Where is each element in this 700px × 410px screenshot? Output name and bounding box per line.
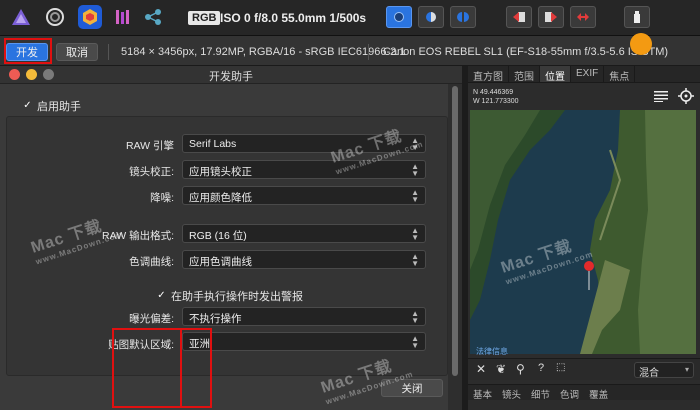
divider (108, 44, 109, 60)
tab-lens[interactable]: 镜头 (497, 385, 526, 401)
updown-chevron-icon: ▲ ▼ (411, 252, 419, 268)
develop-persona-icon (79, 6, 101, 28)
map-region-highlight-box (112, 328, 182, 408)
view-mirror-button[interactable] (450, 6, 476, 28)
context-toolbar: 开发 取消 5184 × 3456px, 17.92MP, RGBA/16 - … (0, 36, 700, 66)
tone-curve-select[interactable]: 应用色调曲线 ▲ ▼ (182, 250, 426, 269)
check-icon: ✓ (23, 99, 32, 111)
rotate-left-button[interactable] (506, 6, 532, 28)
noise-reduction-value: 应用颜色降低 (189, 192, 252, 204)
flip-button[interactable] (570, 6, 596, 28)
tab-tone[interactable]: 色调 (555, 385, 584, 401)
map-region-select[interactable]: 亚洲 ▲ ▼ (182, 332, 426, 351)
selection-icon[interactable]: ⬚ (556, 362, 565, 373)
latitude: N 49.446369 (473, 89, 514, 96)
tab-histogram[interactable]: 直方图 (468, 66, 509, 83)
tab-exif[interactable]: EXIF (571, 66, 605, 82)
lens-correction-label: 镜头校正: (129, 166, 174, 178)
list-icon[interactable] (654, 90, 668, 102)
updown-chevron-icon: ▲ ▼ (411, 334, 419, 350)
chevron-down-icon: ▾ (684, 365, 689, 374)
map-tools-bar: ✕ ❦ ⚲ ? ⬚ 混合 ▾ (468, 358, 700, 380)
exposure-select[interactable]: 不执行操作 ▲ ▼ (182, 307, 426, 326)
export-persona-icon[interactable] (142, 6, 164, 28)
photo-persona-icon[interactable] (10, 6, 32, 28)
tone-curve-value: 应用色调曲线 (189, 256, 252, 268)
image-info: 5184 × 3456px, 17.92MP, RGBA/16 - sRGB I… (121, 46, 406, 58)
exif-readout: ISO 0 f/8.0 55.0mm 1/500s (220, 11, 367, 25)
tab-detail[interactable]: 细节 (526, 385, 555, 401)
enable-assistant-checkbox[interactable]: ✓ 启用助手 (22, 98, 81, 114)
close-x-icon[interactable]: ✕ (476, 362, 486, 376)
longitude: W 121.773300 (473, 98, 519, 105)
blend-mode-select[interactable]: 混合 ▾ (634, 362, 694, 379)
tone-mapping-persona-icon[interactable] (112, 6, 134, 28)
rotate-right-button[interactable] (538, 6, 564, 28)
tab-overlay[interactable]: 覆盖 (584, 385, 613, 401)
lamp-icon (634, 11, 640, 23)
panel-tabs: 直方图 范围 位置 EXIF 焦点 (468, 66, 700, 83)
step-marker-dot (630, 33, 652, 55)
exposure-value: 不执行操作 (189, 313, 242, 325)
mirror-view-icon (457, 12, 469, 22)
map-pin[interactable] (584, 261, 594, 271)
view-single-icon (394, 12, 404, 22)
liquify-persona-icon[interactable] (44, 6, 66, 28)
arrow-left-red-icon (513, 12, 525, 22)
check-icon: ✓ (157, 289, 166, 301)
raw-engine-value: Serif Labs (189, 138, 237, 150)
dialog-titlebar: 开发助手 (0, 66, 462, 84)
legal-info-link[interactable]: 法律信息 (476, 346, 508, 357)
lens-correction-value: 应用镜头校正 (189, 166, 252, 178)
split-view-icon (426, 12, 436, 22)
develop-highlight-box (4, 38, 52, 64)
color-mode-badge: RGB (188, 11, 221, 25)
view-single-button[interactable] (386, 6, 412, 28)
updown-chevron-icon: ▲ ▼ (411, 226, 419, 242)
updown-chevron-icon: ▲ ▼ (411, 188, 419, 204)
blend-mode-value: 混合 (639, 368, 659, 379)
divider (368, 44, 369, 60)
clip-warning-button[interactable] (624, 6, 650, 28)
tab-basic[interactable]: 基本 (468, 385, 497, 401)
search-icon[interactable]: ⚲ (516, 362, 525, 376)
locate-crosshair-icon[interactable] (678, 88, 694, 104)
map-region-value-highlight-box (180, 328, 212, 408)
raw-output-value: RGB (16 位) (189, 230, 247, 242)
raw-output-select[interactable]: RGB (16 位) ▲ ▼ (182, 224, 426, 243)
tab-location[interactable]: 位置 (540, 66, 571, 83)
bottom-tabs: 基本 镜头 细节 色调 覆盖 (468, 384, 700, 401)
noise-reduction-label: 降噪: (150, 192, 174, 204)
warn-checkbox[interactable]: ✓ 在助手执行操作时发出警报 (156, 288, 303, 304)
view-split-button[interactable] (418, 6, 444, 28)
tab-scope[interactable]: 范围 (509, 66, 540, 83)
tab-focus[interactable]: 焦点 (604, 66, 636, 83)
flip-arrows-icon (577, 13, 589, 21)
lens-correction-select[interactable]: 应用镜头校正 ▲ ▼ (182, 160, 426, 179)
updown-chevron-icon: ▲ ▼ (411, 309, 419, 325)
camera-info: Canon EOS REBEL SL1 (EF-S18-55mm f/3.5-5… (383, 46, 669, 58)
exposure-label: 曝光偏差: (129, 313, 174, 325)
updown-chevron-icon: ▲ ▼ (411, 162, 419, 178)
bird-icon[interactable]: ❦ (496, 362, 506, 376)
help-icon[interactable]: ? (538, 362, 544, 374)
raw-engine-label: RAW 引擎 (125, 140, 174, 152)
arrow-right-red-icon (545, 12, 557, 22)
noise-reduction-select[interactable]: 应用颜色降低 ▲ ▼ (182, 186, 426, 205)
scrollbar-thumb[interactable] (452, 86, 458, 376)
enable-assistant-label: 启用助手 (37, 101, 81, 113)
dialog-title: 开发助手 (209, 71, 253, 83)
cancel-button[interactable]: 取消 (56, 43, 98, 61)
warn-label: 在助手执行操作时发出警报 (171, 291, 303, 303)
main-toolbar: RGB ISO 0 f/8.0 55.0mm 1/500s (0, 0, 700, 36)
gps-coordinates: N 49.446369 W 121.773300 (473, 88, 519, 106)
